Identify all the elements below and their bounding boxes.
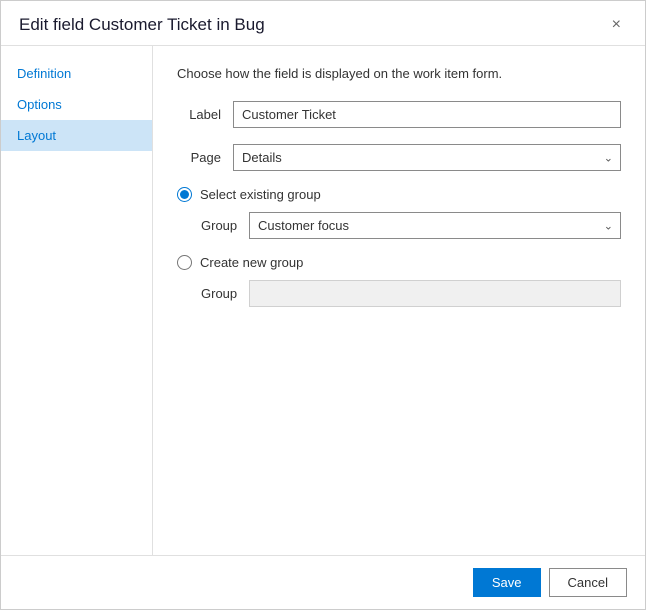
label-field-label: Label <box>177 107 233 122</box>
select-existing-radio[interactable] <box>177 187 192 202</box>
group-select-wrapper: Customer focus Development Testing ⌄ <box>249 212 621 239</box>
create-new-radio[interactable] <box>177 255 192 270</box>
sidebar-item-definition[interactable]: Definition <box>1 58 152 89</box>
sidebar-item-options[interactable]: Options <box>1 89 152 120</box>
page-select-wrapper: Details Planning Classification ⌄ <box>233 144 621 171</box>
select-existing-section: Select existing group Group Customer foc… <box>177 187 621 239</box>
create-new-row: Create new group <box>177 255 621 270</box>
dialog-title: Edit field Customer Ticket in Bug <box>19 15 265 35</box>
select-existing-row: Select existing group <box>177 187 621 202</box>
cancel-button[interactable]: Cancel <box>549 568 627 597</box>
dialog-header: Edit field Customer Ticket in Bug × <box>1 1 645 46</box>
new-group-label: Group <box>201 286 249 301</box>
create-new-label[interactable]: Create new group <box>200 255 303 270</box>
group-select[interactable]: Customer focus Development Testing <box>249 212 621 239</box>
existing-group-label: Group <box>201 218 249 233</box>
sidebar-item-layout[interactable]: Layout <box>1 120 152 151</box>
existing-group-row: Group Customer focus Development Testing… <box>201 212 621 239</box>
dialog-footer: Save Cancel <box>1 555 645 609</box>
edit-field-dialog: Edit field Customer Ticket in Bug × Defi… <box>0 0 646 610</box>
dialog-body: Definition Options Layout Choose how the… <box>1 46 645 555</box>
new-group-input <box>249 280 621 307</box>
save-button[interactable]: Save <box>473 568 541 597</box>
label-input[interactable] <box>233 101 621 128</box>
page-field-label: Page <box>177 150 233 165</box>
select-existing-label[interactable]: Select existing group <box>200 187 321 202</box>
sidebar: Definition Options Layout <box>1 46 153 555</box>
form-description: Choose how the field is displayed on the… <box>177 66 621 81</box>
page-select[interactable]: Details Planning Classification <box>233 144 621 171</box>
new-group-row: Group <box>201 280 621 307</box>
close-button[interactable]: × <box>606 15 627 35</box>
main-content: Choose how the field is displayed on the… <box>153 46 645 555</box>
label-field-control <box>233 101 621 128</box>
page-row: Page Details Planning Classification ⌄ <box>177 144 621 171</box>
create-new-section: Create new group Group <box>177 255 621 307</box>
label-row: Label <box>177 101 621 128</box>
